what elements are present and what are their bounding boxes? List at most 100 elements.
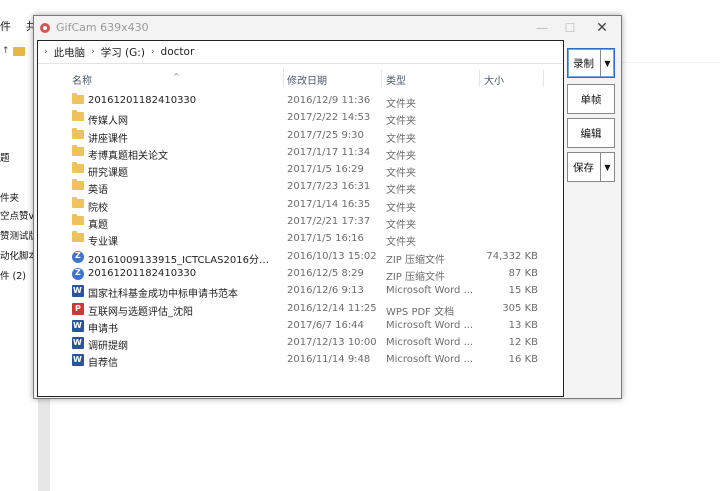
chevron-right-icon: › [150,47,155,57]
file-type: 文件夹 [386,185,416,197]
close-icon[interactable]: ✕ [589,19,615,37]
folder-icon [72,231,84,243]
file-type: 文件夹 [386,237,416,249]
folder-icon [72,93,84,104]
file-name: 研究课题 [88,168,128,180]
chevron-down-icon[interactable]: ▼ [600,49,614,77]
table-row[interactable]: 院校 2017/1/14 16:35 文件夹 [38,196,563,214]
file-date: 2017/7/25 9:30 [287,129,364,141]
gifcam-titlebar[interactable]: GifCam 639x430 — ☐ ✕ [34,16,621,40]
file-size: 13 KB [508,319,538,331]
table-row[interactable]: 国家社科基金成功中标申请书范本 2016/12/6 9:13 Microsoft W… [38,283,563,300]
file-type: WPS PDF 文档 [386,306,455,318]
file-date: 2017/2/22 14:53 [287,112,371,124]
folder-icon [72,144,84,156]
table-row[interactable]: 传媒人网 2017/2/22 14:53 文件夹 [38,110,563,127]
table-row[interactable]: 考博真题相关论文 2017/1/17 11:34 文件夹 [38,144,563,162]
file-name: 院校 [88,202,108,214]
table-row[interactable]: 互联网与选题评估_沈阳 2016/12/14 11:25 WPS PDF 文档 305… [38,301,563,318]
table-row[interactable]: 20161201182410330 2016/12/9 11:36 文件夹 [38,93,563,110]
file-type: 文件夹 [386,220,416,232]
minimize-icon[interactable]: — [529,19,555,37]
file-date: 2016/12/9 11:36 [287,95,371,106]
file-type: Microsoft Word ... [386,319,474,331]
edit-button[interactable]: 编辑 [567,118,615,148]
nav-pane-item[interactable]: 件夹 [0,190,19,204]
file-size: 87 KB [508,267,538,279]
chevron-right-icon: › [91,47,95,57]
sort-caret-icon: ^ [173,72,180,81]
folder-icon [72,214,84,226]
zip-file-icon [72,267,84,280]
record-button[interactable]: 录制 ▼ [567,48,615,78]
save-button[interactable]: 保存 ▼ [567,152,615,182]
record-button-label: 录制 [573,57,594,70]
folder-icon [72,110,84,122]
nav-pane-item[interactable]: 题 [0,150,10,164]
file-name: 20161201182410330 [88,95,197,106]
file-date: 2017/1/14 16:35 [287,198,371,210]
file-type: 文件夹 [386,133,416,145]
file-date: 2017/1/5 16:16 [287,233,364,245]
table-row[interactable]: 英语 2017/7/23 16:31 文件夹 [38,179,563,196]
folder-icon [12,46,25,56]
gifcam-logo-icon [40,23,50,33]
file-size: 15 KB [508,285,538,297]
file-date: 2017/2/21 17:37 [287,216,371,228]
table-row[interactable]: 申请书 2017/6/7 16:44 Microsoft Word ... 13 KB [38,318,563,335]
file-name: 20161009133915_ICTCLAS2016分词系... [88,254,274,266]
table-row[interactable]: 20161009133915_ICTCLAS2016分词系... 2016/10/… [38,249,563,266]
breadcrumb-item[interactable]: 学习 (G:) [101,45,145,60]
file-name: 20161201182410330 [88,267,197,279]
file-type: Microsoft Word ... [386,285,474,297]
background-nav: ↑ [0,40,36,62]
column-headers: ^ 名称 修改日期 类型 大小 [38,67,563,87]
column-header-size[interactable]: 大小 [484,72,504,87]
table-row[interactable]: 20161201182410330 2016/12/5 8:29 ZIP 压缩文件 8… [38,266,563,283]
file-type: ZIP 压缩文件 [386,254,446,266]
table-row[interactable]: 真题 2017/2/21 17:37 文件夹 [38,214,563,231]
file-name: 自荐信 [88,358,118,370]
table-row[interactable]: 调研提纲 2017/12/13 10:00 Microsoft Word ... 12… [38,335,563,352]
column-header-name[interactable]: 名称 [72,72,92,87]
file-size: 16 KB [508,354,538,366]
capture-frame: › 此电脑 › 学习 (G:) › doctor ^ 名称 修改日期 类型 大小… [37,40,564,397]
file-date: 2017/1/5 16:29 [287,164,364,176]
file-date: 2016/10/13 15:02 [287,250,377,262]
file-type: Microsoft Word ... [386,337,474,349]
table-row[interactable]: 研究课题 2017/1/5 16:29 文件夹 [38,162,563,179]
file-date: 2017/7/23 16:31 [287,181,371,193]
file-size: 74,332 KB [486,250,538,262]
single-frame-button[interactable]: 单帧 [567,84,615,114]
file-list: 20161201182410330 2016/12/9 11:36 文件夹 传媒人网 2… [38,93,563,370]
word-document-icon [72,337,84,350]
column-header-type[interactable]: 类型 [386,72,406,87]
file-type: ZIP 压缩文件 [386,271,446,283]
maximize-icon[interactable]: ☐ [557,19,583,37]
table-row[interactable]: 自荐信 2016/11/14 9:48 Microsoft Word ... 16 K… [38,352,563,369]
gifcam-title: GifCam 639x430 [56,21,149,34]
save-button-label: 保存 [573,161,594,174]
word-document-icon [72,319,84,332]
nav-pane-item[interactable]: 件 (2) [0,268,26,282]
word-document-icon [72,285,84,298]
single-frame-button-label: 单帧 [580,93,602,106]
file-type: 文件夹 [386,202,416,214]
file-type: 文件夹 [386,99,416,110]
file-name: 传媒人网 [88,116,128,128]
file-name: 考博真题相关论文 [88,150,168,162]
breadcrumb-item[interactable]: 此电脑 [54,45,86,60]
breadcrumb-item[interactable]: doctor [161,46,195,58]
table-row[interactable]: 专业课 2017/1/5 16:16 文件夹 [38,231,563,248]
file-date: 2017/6/7 16:44 [287,319,364,331]
chevron-down-icon[interactable]: ▼ [600,153,614,181]
folder-icon [72,196,84,208]
table-row[interactable]: 讲座课件 2017/7/25 9:30 文件夹 [38,127,563,145]
zip-file-icon [72,250,84,263]
up-arrow-icon[interactable]: ↑ [2,46,10,56]
file-name: 国家社科基金成功中标申请书范本 [88,289,238,301]
file-name: 申请书 [88,323,118,335]
folder-icon [72,127,84,139]
file-name: 英语 [88,185,108,197]
column-header-date[interactable]: 修改日期 [287,72,327,87]
